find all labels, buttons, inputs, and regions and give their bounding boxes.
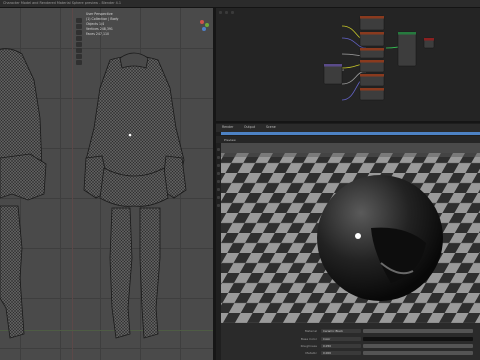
base-color-field[interactable]: Color	[321, 337, 361, 341]
shader-node-editor[interactable]	[216, 8, 480, 121]
render-image	[221, 143, 480, 323]
node-graph[interactable]	[216, 8, 480, 121]
front-legs	[0, 205, 25, 339]
roughness-slider[interactable]	[363, 344, 473, 348]
material-properties-panel: Material Ceramic Black Base Color Color …	[221, 323, 480, 360]
property-label: Metallic	[305, 351, 317, 355]
metallic-slider[interactable]	[363, 351, 473, 355]
property-row: Roughness 0.050	[301, 344, 473, 348]
metallic-field[interactable]: 0.000	[321, 351, 361, 355]
active-panel-highlight	[221, 132, 480, 135]
color-swatch[interactable]	[363, 337, 473, 341]
back-right-boot	[139, 207, 161, 339]
window-titlebar: Character Model and Rendered Material Sp…	[0, 0, 480, 8]
viewport-3d[interactable]: User Perspective (1) Collection | Body O…	[0, 8, 213, 360]
select-tool-icon[interactable]	[76, 18, 82, 23]
annotate-tool-icon[interactable]	[76, 54, 82, 59]
cursor-tool-icon[interactable]	[76, 24, 82, 29]
area-divider[interactable]	[216, 121, 480, 123]
stat-line: (1) Collection | Body	[86, 17, 119, 21]
tab-scene[interactable]: Scene	[266, 125, 276, 129]
x-axis-icon	[200, 20, 204, 24]
material-slot-bar[interactable]	[363, 329, 473, 333]
back-collar	[119, 52, 149, 69]
properties-header: Render Output Scene	[216, 124, 480, 132]
front-ruffle	[0, 153, 47, 201]
render-tab-icon	[217, 148, 220, 151]
stat-line: Vertices 248,391	[86, 27, 113, 31]
tool-shelf[interactable]	[76, 18, 83, 76]
mapping-node	[323, 63, 343, 85]
measure-tool-icon[interactable]	[76, 60, 82, 65]
stat-line: Faces 247,110	[86, 32, 110, 36]
stat-line: Objects 1/4	[86, 22, 105, 26]
z-axis-icon	[202, 27, 206, 31]
stat-line: User Perspective	[86, 12, 113, 16]
move-tool-icon[interactable]	[76, 30, 82, 35]
property-label: Base Color	[300, 337, 317, 341]
object-tab-icon	[217, 188, 220, 191]
modifier-tab-icon	[217, 196, 220, 199]
tab-render[interactable]: Render	[222, 125, 233, 129]
view-layer-tab-icon	[217, 164, 220, 167]
output-tab-icon	[217, 156, 220, 159]
property-row: Base Color Color	[301, 337, 473, 341]
roughness-field[interactable]: 0.050	[321, 344, 361, 348]
rotate-tool-icon[interactable]	[76, 36, 82, 41]
property-label: Material	[304, 329, 317, 333]
preview-label: Preview	[224, 137, 236, 142]
character-model[interactable]	[0, 8, 213, 360]
material-preview-render	[221, 143, 480, 323]
property-label: Roughness	[300, 344, 317, 348]
scale-tool-icon[interactable]	[76, 42, 82, 47]
node-column	[359, 15, 385, 101]
preview-header: Preview	[216, 136, 480, 143]
material-field[interactable]: Ceramic Black	[321, 329, 361, 333]
y-axis-icon	[205, 23, 209, 27]
window-title: Character Model and Rendered Material Sp…	[3, 1, 122, 5]
property-row: Metallic 0.000	[305, 351, 473, 355]
property-row: Material Ceramic Black	[305, 329, 473, 333]
world-tab-icon	[217, 180, 220, 183]
transform-tool-icon[interactable]	[76, 48, 82, 53]
principled-bsdf-node	[397, 31, 417, 67]
scene-tab-icon	[217, 172, 220, 175]
back-left-boot	[109, 207, 133, 339]
tab-output[interactable]: Output	[244, 125, 255, 129]
material-tab-icon	[217, 204, 220, 207]
